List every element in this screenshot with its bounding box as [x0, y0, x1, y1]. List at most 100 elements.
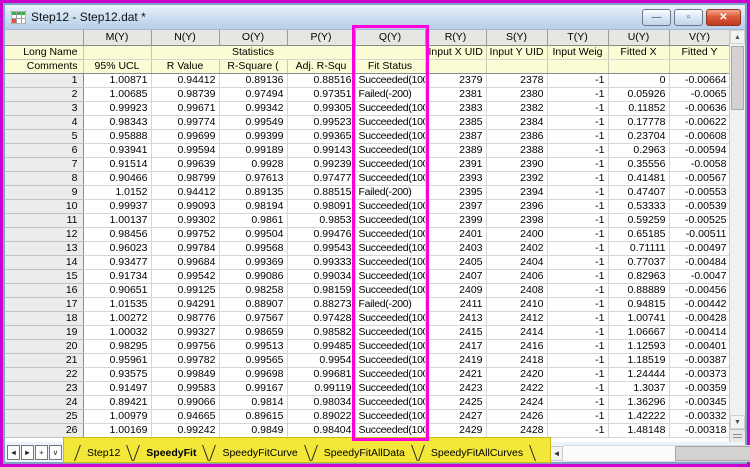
cell[interactable]: 0.99167: [219, 381, 287, 395]
cell[interactable]: 1.18519: [608, 353, 669, 367]
cell[interactable]: 0.99034: [287, 269, 355, 283]
cell[interactable]: 1.00272: [83, 311, 151, 325]
cell[interactable]: 2418: [486, 353, 547, 367]
cell[interactable]: 0.11852: [608, 101, 669, 115]
cell[interactable]: 2401: [425, 227, 486, 241]
cell[interactable]: 1.00685: [83, 87, 151, 101]
cell[interactable]: -1: [547, 143, 608, 157]
cell[interactable]: Succeeded(100): [355, 353, 425, 367]
cell[interactable]: 1.06667: [608, 325, 669, 339]
cell[interactable]: 0.99923: [83, 101, 151, 115]
cell[interactable]: 0.99504: [219, 227, 287, 241]
cell[interactable]: 0.65185: [608, 227, 669, 241]
cell[interactable]: 0.17778: [608, 115, 669, 129]
comments-cell[interactable]: R-Square (: [219, 59, 287, 73]
next-sheet-icon[interactable]: ►: [21, 445, 34, 460]
cell[interactable]: 0.93941: [83, 143, 151, 157]
comments-row-header[interactable]: Comments: [5, 59, 83, 73]
cell[interactable]: Succeeded(100): [355, 143, 425, 157]
scroll-up-icon[interactable]: ▲: [730, 30, 745, 44]
cell[interactable]: -1: [547, 311, 608, 325]
cell[interactable]: -1: [547, 185, 608, 199]
cell[interactable]: 2398: [486, 213, 547, 227]
row-number[interactable]: 8: [5, 171, 83, 185]
cell[interactable]: 2417: [425, 339, 486, 353]
cell[interactable]: -1: [547, 395, 608, 409]
horizontal-scrollbar[interactable]: ◄ ►: [550, 445, 750, 461]
column-header-u[interactable]: U(Y): [608, 30, 669, 45]
cell[interactable]: -1: [547, 157, 608, 171]
cell[interactable]: -1: [547, 213, 608, 227]
tab-speedyfitalldata[interactable]: SpeedyFitAllData: [311, 445, 418, 461]
cell[interactable]: 2381: [425, 87, 486, 101]
cell[interactable]: 0.99784: [151, 241, 219, 255]
column-header-s[interactable]: S(Y): [486, 30, 547, 45]
cell[interactable]: 0.88273: [287, 297, 355, 311]
cell[interactable]: -1: [547, 101, 608, 115]
cell[interactable]: 0.99369: [219, 255, 287, 269]
cell[interactable]: -0.0065: [669, 87, 729, 101]
cell[interactable]: -1: [547, 241, 608, 255]
cell[interactable]: -0.00345: [669, 395, 729, 409]
cell[interactable]: -0.00539: [669, 199, 729, 213]
cell[interactable]: -1: [547, 87, 608, 101]
row-number[interactable]: 20: [5, 339, 83, 353]
cell[interactable]: 0.99774: [151, 115, 219, 129]
tab-step12[interactable]: Step12: [74, 445, 133, 461]
cell[interactable]: 2421: [425, 367, 486, 381]
cell[interactable]: 0.2963: [608, 143, 669, 157]
cell[interactable]: 0.99239: [287, 157, 355, 171]
cell[interactable]: 2389: [425, 143, 486, 157]
cell[interactable]: 2413: [425, 311, 486, 325]
cell[interactable]: 2392: [486, 171, 547, 185]
row-number[interactable]: 22: [5, 367, 83, 381]
horizontal-scroll-track[interactable]: [563, 445, 750, 462]
cell[interactable]: -1: [547, 129, 608, 143]
cell[interactable]: 0.91734: [83, 269, 151, 283]
cell[interactable]: 0.9954: [287, 353, 355, 367]
cell[interactable]: 2402: [486, 241, 547, 255]
cell[interactable]: 0.71111: [608, 241, 669, 255]
cell[interactable]: 0.99066: [151, 395, 219, 409]
cell[interactable]: -0.00387: [669, 353, 729, 367]
cell[interactable]: 2388: [486, 143, 547, 157]
tab-speedyfit[interactable]: SpeedyFit: [133, 445, 209, 461]
cell[interactable]: -0.00456: [669, 283, 729, 297]
column-header-r[interactable]: R(Y): [425, 30, 486, 45]
cell[interactable]: Succeeded(100): [355, 409, 425, 423]
cell[interactable]: 0.99125: [151, 283, 219, 297]
cell[interactable]: -0.00594: [669, 143, 729, 157]
column-header-o[interactable]: O(Y): [219, 30, 287, 45]
cell[interactable]: 1.36296: [608, 395, 669, 409]
cell[interactable]: Succeeded(100): [355, 129, 425, 143]
cell[interactable]: 0.98194: [219, 199, 287, 213]
cell[interactable]: 2429: [425, 423, 486, 437]
cell[interactable]: 0.98659: [219, 325, 287, 339]
cell[interactable]: 2427: [425, 409, 486, 423]
row-number[interactable]: 24: [5, 395, 83, 409]
cell[interactable]: -0.00553: [669, 185, 729, 199]
vertical-scrollbar[interactable]: ▲ ▼: [729, 30, 745, 442]
corner-header[interactable]: [5, 30, 83, 45]
cell[interactable]: 0.99485: [287, 339, 355, 353]
comments-cell[interactable]: R Value: [151, 59, 219, 73]
cell[interactable]: 0.95888: [83, 129, 151, 143]
column-header-q[interactable]: Q(Y): [355, 30, 425, 45]
cell[interactable]: 0.98295: [83, 339, 151, 353]
row-number[interactable]: 21: [5, 353, 83, 367]
cell[interactable]: 2423: [425, 381, 486, 395]
cell[interactable]: 2415: [425, 325, 486, 339]
horizontal-scroll-thumb[interactable]: [675, 446, 750, 461]
cell[interactable]: 0: [608, 73, 669, 87]
cell[interactable]: Succeeded(100): [355, 171, 425, 185]
cell[interactable]: 1.42222: [608, 409, 669, 423]
cell[interactable]: Succeeded(100): [355, 311, 425, 325]
cell[interactable]: 2386: [486, 129, 547, 143]
cell[interactable]: 2426: [486, 409, 547, 423]
cell[interactable]: 2393: [425, 171, 486, 185]
cell[interactable]: 0.89421: [83, 395, 151, 409]
cell[interactable]: 2406: [486, 269, 547, 283]
cell[interactable]: 1.24444: [608, 367, 669, 381]
cell[interactable]: 2382: [486, 101, 547, 115]
cell[interactable]: -0.00318: [669, 423, 729, 437]
